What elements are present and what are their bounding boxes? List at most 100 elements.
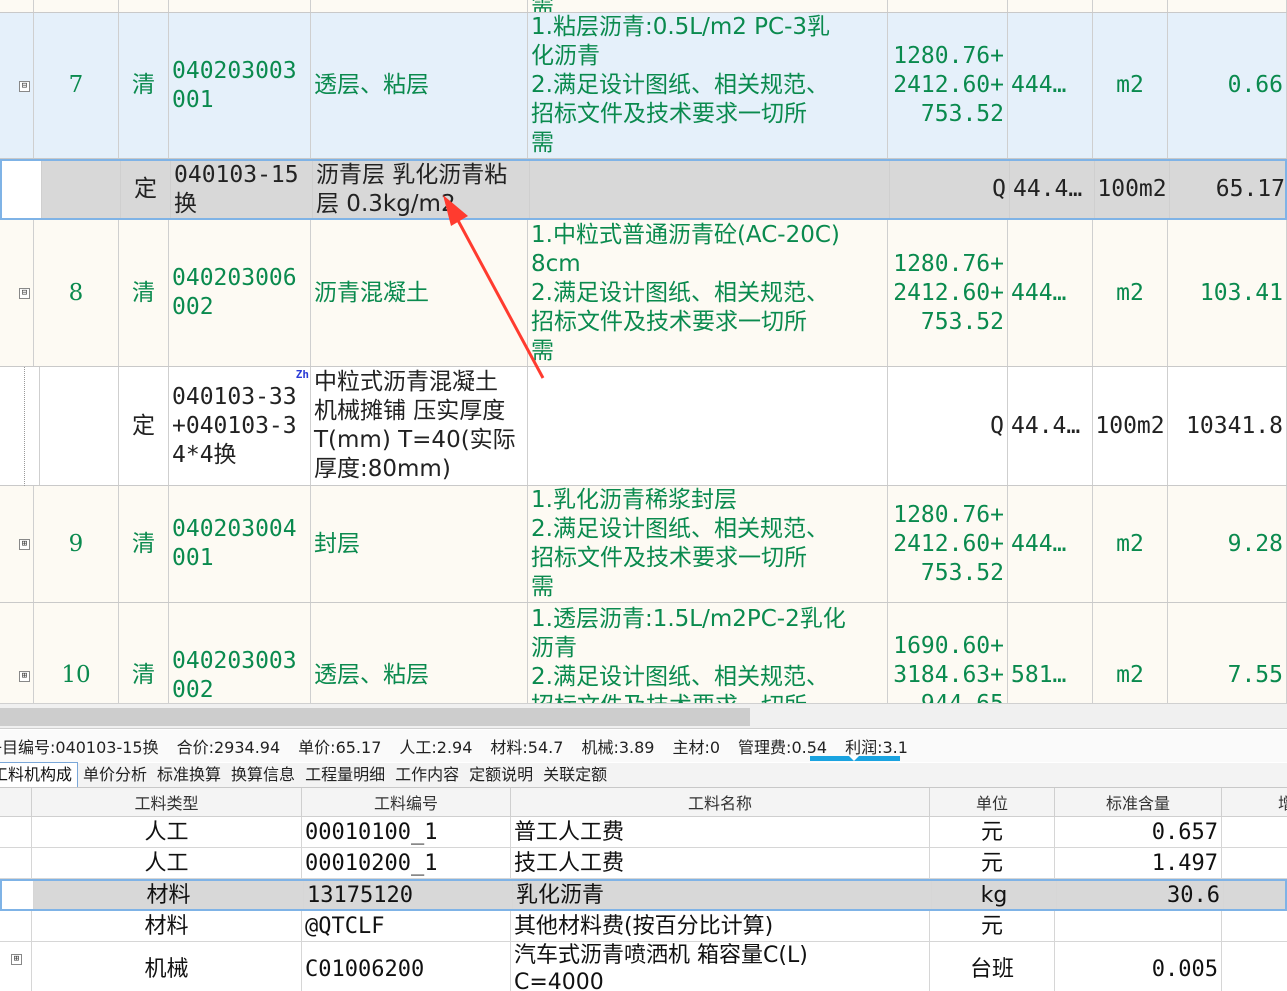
table-row[interactable]: ⊟ 7 清 040203003 001 透层、粘层 1.粘层沥青:0.5L/m2… bbox=[0, 13, 1287, 159]
row-kind: 清 bbox=[119, 220, 169, 366]
row-header-corner bbox=[0, 788, 32, 817]
table-row[interactable]: ⊞ 10 清 040203003 002 透层、粘层 1.透层沥青:1.5L/m… bbox=[0, 603, 1287, 703]
resource-type: 材料 bbox=[32, 911, 302, 941]
header-name[interactable]: 工料名称 bbox=[511, 788, 930, 817]
resource-amount bbox=[1055, 911, 1222, 941]
resource-name: 技工人工费 bbox=[511, 848, 930, 878]
conversion-badge: Zh bbox=[295, 368, 309, 381]
splitter-arrow-icon bbox=[849, 756, 859, 761]
item-code: 040103-15 换 bbox=[174, 161, 299, 217]
table-row[interactable]: ⊟ 8 清 040203006 002 沥青混凝土 1.中粒式普通沥青砼(AC-… bbox=[0, 220, 1287, 367]
expand-icon[interactable]: ⊞ bbox=[11, 954, 22, 965]
table-row[interactable]: ⊞ 9 清 040203004 001 封层 1.乳化沥青稀浆封层 2.满足设计… bbox=[0, 486, 1287, 603]
price-cell: 0.66 bbox=[1168, 13, 1287, 158]
tab-standard-conversion[interactable]: 标准换算 bbox=[152, 763, 226, 787]
price-cell: 65.17 bbox=[1170, 161, 1287, 218]
item-name: 封层 bbox=[311, 486, 528, 602]
formula-cell: Q bbox=[888, 367, 1008, 485]
features-cell: 1.中粒式普通沥青砼(AC-20C) 8cm 2.满足设计图纸、相关规范、 招标… bbox=[531, 221, 840, 364]
features-cell: 需 bbox=[528, 0, 888, 12]
unit-cell: 100m2 bbox=[1095, 161, 1170, 218]
resource-code: 13175120 bbox=[304, 881, 513, 909]
resource-amount: 0.657 bbox=[1055, 817, 1222, 847]
table-row[interactable]: 人工 00010200_1 技工人工费 元 1.497 bbox=[0, 848, 1287, 879]
table-row[interactable]: 材料 @QTCLF 其他材料费(按百分比计算) 元 bbox=[0, 911, 1287, 942]
resource-unit: kg bbox=[932, 881, 1057, 909]
row-kind: 定 bbox=[121, 161, 171, 218]
resource-name: 汽车式沥青喷洒机 箱容量C(L) C=4000 bbox=[514, 943, 808, 991]
resource-type: 机械 bbox=[32, 942, 302, 991]
row-kind: 清 bbox=[119, 486, 169, 602]
formula-cell: 1690.60+ 3184.63+ 944.65 bbox=[893, 633, 1004, 703]
horizontal-scrollbar[interactable] bbox=[0, 703, 1287, 729]
header-extra[interactable]: 增 bbox=[1222, 788, 1287, 817]
resource-unit: 元 bbox=[930, 848, 1055, 878]
header-amount[interactable]: 标准含量 bbox=[1055, 788, 1222, 817]
quantity-cell: 44.4… bbox=[1008, 367, 1093, 485]
tab-unit-price-analysis[interactable]: 单价分析 bbox=[78, 763, 152, 787]
unit-cell: m2 bbox=[1093, 13, 1168, 158]
header-code[interactable]: 工料编号 bbox=[302, 788, 511, 817]
row-number: 8 bbox=[34, 220, 119, 366]
unit-price-info: 单价:65.17 bbox=[298, 738, 382, 757]
resource-type: 材料 bbox=[34, 881, 304, 909]
summary-bar: 子目编号:040103-15换 合价:2934.94 单价:65.17 人工:2… bbox=[0, 730, 1287, 762]
unit-cell: m2 bbox=[1093, 220, 1168, 366]
price-cell: 7.55 bbox=[1168, 603, 1287, 703]
profit-info: 利润:3.1 bbox=[845, 738, 908, 757]
item-code: 040203003 002 bbox=[172, 647, 297, 703]
resource-code: 00010100_1 bbox=[302, 817, 511, 847]
item-name: 透层、粘层 bbox=[311, 13, 528, 158]
tab-related-norm[interactable]: 关联定额 bbox=[538, 763, 612, 787]
resource-grid[interactable]: 工料类型 工料编号 工料名称 单位 标准含量 增 人工 00010100_1 普… bbox=[0, 788, 1287, 991]
item-code: 040203006 002 bbox=[172, 265, 297, 320]
price-cell: 10341.8 bbox=[1168, 367, 1287, 485]
machine-info: 机械:3.89 bbox=[581, 738, 655, 757]
item-name: 中粒式沥青混凝土 机械摊铺 压实厚度 T(mm) T=40(实际 厚度:80mm… bbox=[314, 369, 516, 482]
row-number: 7 bbox=[34, 13, 119, 158]
total-info: 合价:2934.94 bbox=[176, 738, 281, 757]
resource-name: 普工人工费 bbox=[511, 817, 930, 847]
row-number: 9 bbox=[34, 486, 119, 602]
resource-amount: 1.497 bbox=[1055, 848, 1222, 878]
quantity-cell: 444… bbox=[1008, 486, 1093, 602]
unit-cell: m2 bbox=[1093, 486, 1168, 602]
table-row-selected[interactable]: 定 040103-15 换 沥青层 乳化沥青粘 层 0.3kg/m2 Q 44.… bbox=[0, 159, 1287, 220]
quantity-cell: 581… bbox=[1008, 603, 1093, 703]
table-row[interactable]: 人工 00010100_1 普工人工费 元 0.657 bbox=[0, 817, 1287, 848]
table-row[interactable]: ⊞ 机械 C01006200 汽车式沥青喷洒机 箱容量C(L) C=4000 台… bbox=[0, 942, 1287, 991]
bill-grid[interactable]: 需 ⊟ 7 清 040203003 001 透层、粘层 1.粘层沥青:0.5L/… bbox=[0, 0, 1287, 703]
tab-norm-description[interactable]: 定额说明 bbox=[464, 763, 538, 787]
tab-quantity-detail[interactable]: 工程量明细 bbox=[300, 763, 390, 787]
row-kind: 定 bbox=[119, 367, 169, 485]
item-name: 透层、粘层 bbox=[311, 603, 528, 703]
features-cell: 1.粘层沥青:0.5L/m2 PC-3乳 化沥青 2.满足设计图纸、相关规范、 … bbox=[531, 14, 831, 156]
header-type[interactable]: 工料类型 bbox=[32, 788, 302, 817]
item-code: 040203003 001 bbox=[172, 57, 297, 113]
tab-work-content[interactable]: 工作内容 bbox=[390, 763, 464, 787]
row-kind: 清 bbox=[119, 603, 169, 703]
price-cell: 9.28 bbox=[1168, 486, 1287, 602]
table-row[interactable]: 需 bbox=[0, 0, 1287, 13]
tab-conversion-info[interactable]: 换算信息 bbox=[226, 763, 300, 787]
price-cell: 103.41 bbox=[1168, 220, 1287, 366]
table-row-selected[interactable]: 材料 13175120 乳化沥青 kg 30.6 bbox=[0, 879, 1287, 911]
quantity-cell: 44.4… bbox=[1010, 161, 1095, 218]
formula-cell: 1280.76+ 2412.60+ 753.52 bbox=[893, 250, 1004, 335]
resource-name: 乳化沥青 bbox=[513, 881, 932, 909]
resource-amount: 0.005 bbox=[1055, 942, 1222, 991]
unit-cell: 100m2 bbox=[1093, 367, 1168, 485]
management-fee-info: 管理费:0.54 bbox=[738, 738, 828, 757]
material-info: 材料:54.7 bbox=[490, 738, 564, 757]
scrollbar-thumb[interactable] bbox=[0, 708, 750, 726]
labor-info: 人工:2.94 bbox=[399, 738, 473, 757]
tab-labor-material-machine[interactable]: 工料机构成 bbox=[0, 762, 79, 787]
resource-amount: 30.6 bbox=[1057, 881, 1224, 909]
main-material-info: 主材:0 bbox=[672, 738, 721, 757]
header-unit[interactable]: 单位 bbox=[930, 788, 1055, 817]
resource-unit: 元 bbox=[930, 911, 1055, 941]
resource-type: 人工 bbox=[32, 817, 302, 847]
table-row[interactable]: 定 040103-33 +040103-3 4*4换 Zh 中粒式沥青混凝土 机… bbox=[0, 367, 1287, 486]
quantity-cell: 444… bbox=[1008, 13, 1093, 158]
resource-unit: 台班 bbox=[930, 942, 1055, 991]
